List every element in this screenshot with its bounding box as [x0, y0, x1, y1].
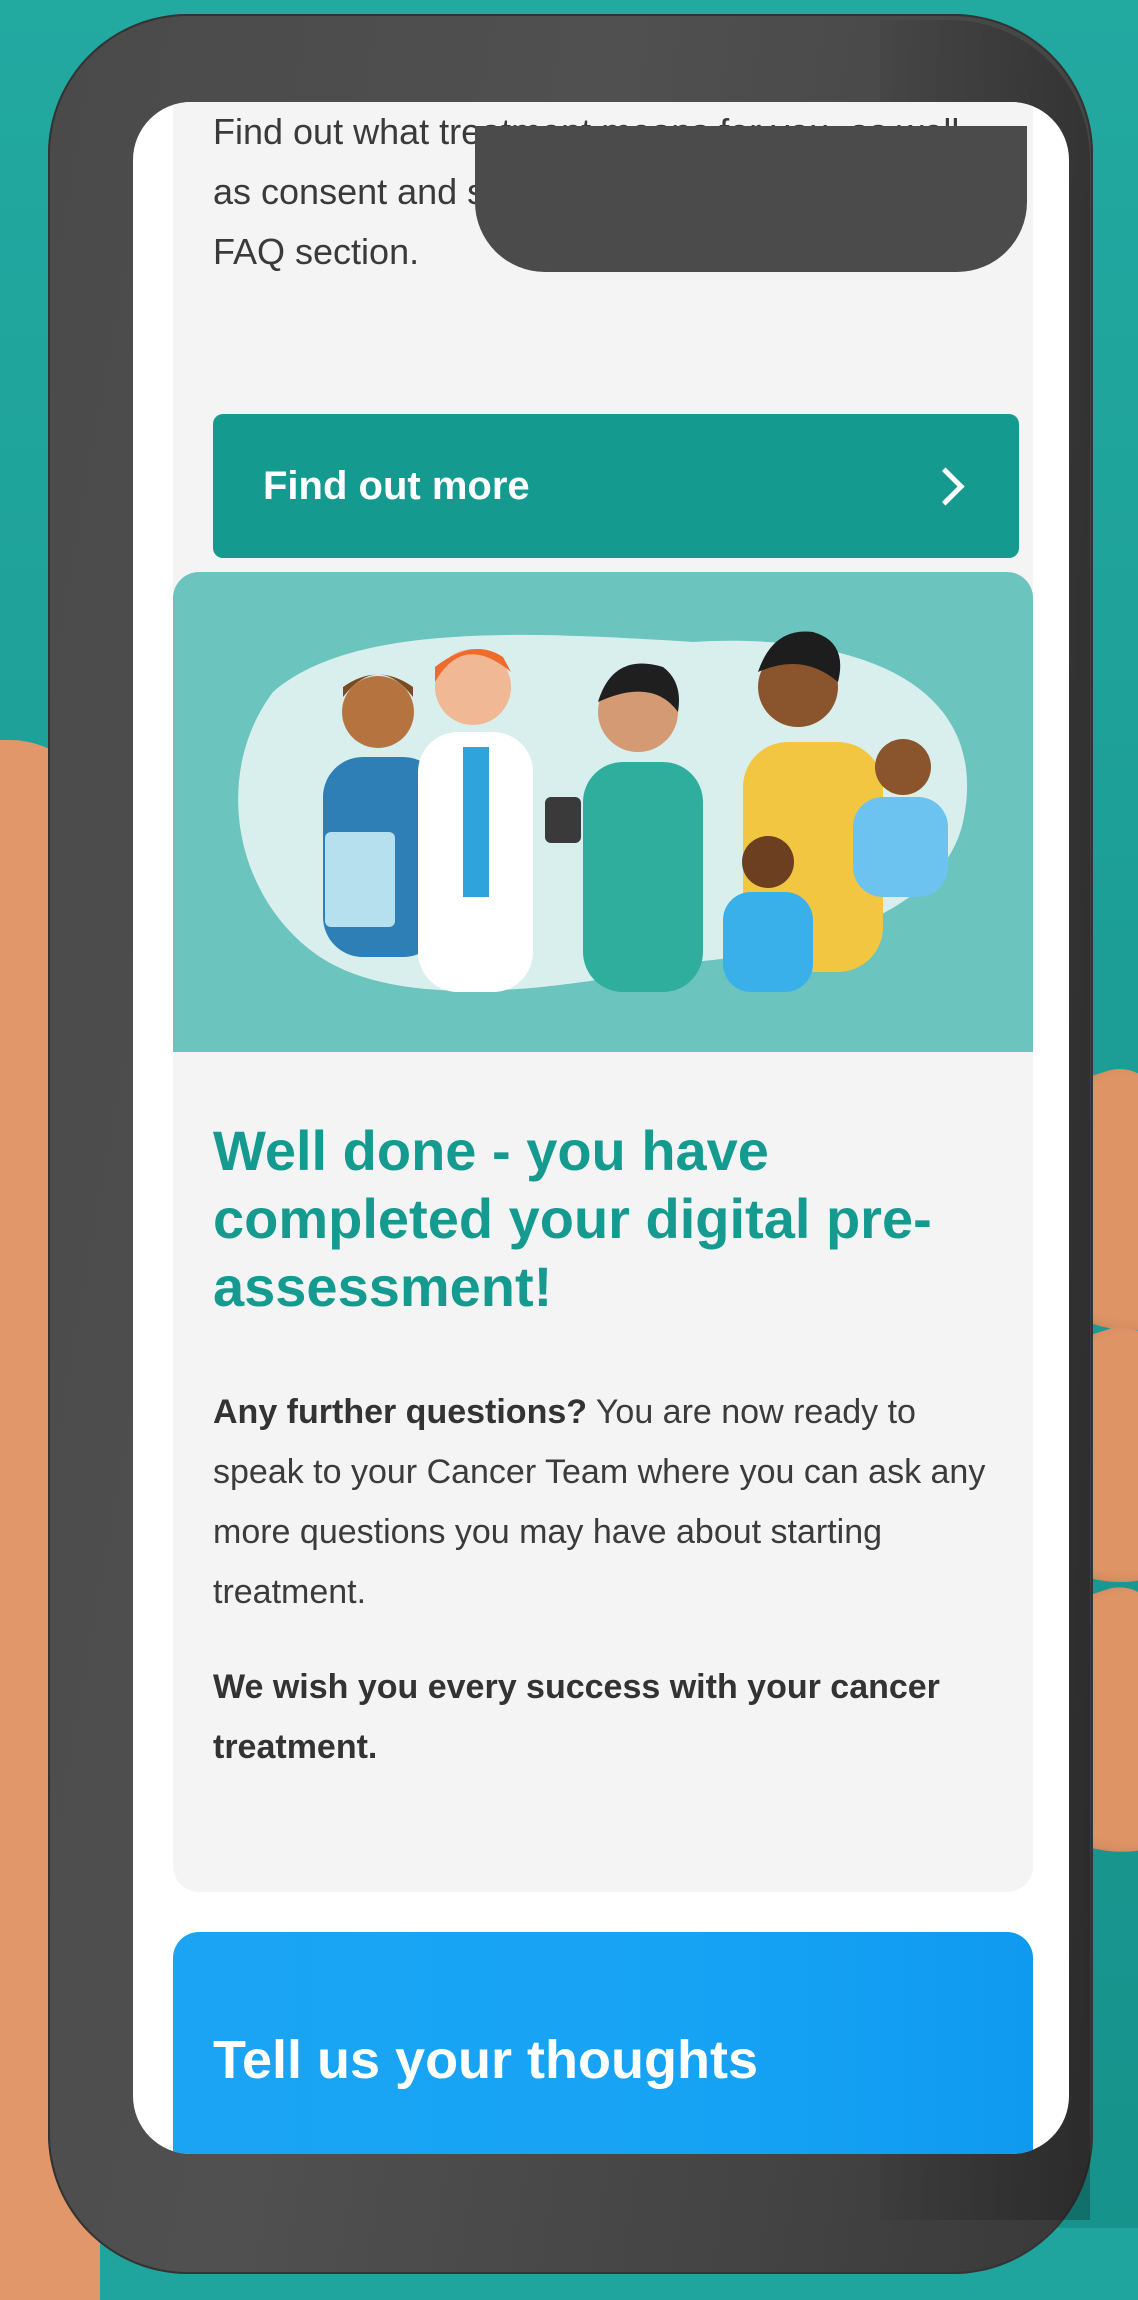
completion-body: Any further questions? You are now ready… [213, 1382, 1003, 1622]
chevron-right-icon [926, 466, 965, 506]
completion-closing: We wish you every success with your canc… [213, 1668, 940, 1766]
find-out-more-label: Find out more [263, 463, 530, 508]
completion-title: Well done - you have completed your digi… [213, 1119, 932, 1318]
phone-notch [475, 126, 1027, 272]
feedback-title: Tell us your thoughts [213, 2030, 758, 2090]
completion-body-lead: Any further questions? [213, 1393, 588, 1431]
phone-screen: Find out what treatment means for you, a… [133, 102, 1069, 2154]
feedback-card[interactable]: Tell us your thoughts [173, 1932, 1033, 2154]
completion-card: Well done - you have completed your digi… [173, 572, 1033, 1892]
find-out-more-button[interactable]: Find out more [213, 414, 1019, 558]
care-team-illustration [173, 572, 1033, 1052]
